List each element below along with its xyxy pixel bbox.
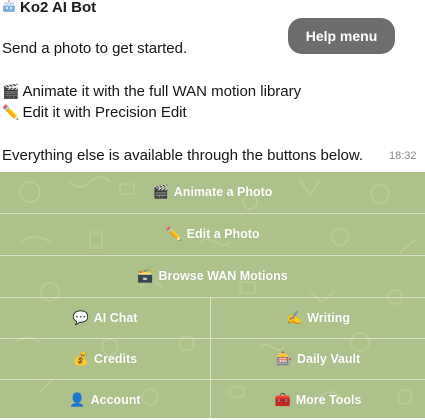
animate-photo-label: Animate a Photo <box>173 185 273 199</box>
edit-photo-label: Edit a Photo <box>186 227 260 241</box>
toolbox-icon: 🧰 <box>274 392 291 408</box>
animate-line: 🎬 Animate it with the full WAN motion lib… <box>2 83 301 101</box>
speech-bubble-icon: 💬 <box>72 310 89 326</box>
intro-text: Send a photo to get started. <box>2 40 188 57</box>
writing-button[interactable]: ✍️ Writing <box>211 298 425 338</box>
animate-rest: it with the full WAN motion library <box>77 83 302 100</box>
clapperboard-icon: 🎬 <box>2 84 20 100</box>
ai-chat-label: AI Chat <box>93 311 138 325</box>
message-time: 18:32 <box>389 150 417 162</box>
robot-cake-icon <box>2 0 16 17</box>
more-tools-button[interactable]: 🧰 More Tools <box>211 380 425 420</box>
browse-wan-motions-label: Browse WAN Motions <box>158 269 288 283</box>
account-button[interactable]: 👤 Account <box>0 380 210 420</box>
daily-vault-button[interactable]: 🎰 Daily Vault <box>211 339 425 379</box>
bot-message: Ko2 AI Bot Send a photo to get started. … <box>0 0 425 172</box>
writing-hand-icon: ✍️ <box>285 310 303 326</box>
writing-label: Writing <box>307 311 350 325</box>
bot-name[interactable]: Ko2 AI Bot <box>2 0 96 17</box>
account-label: Account <box>90 393 141 407</box>
edit-line: ✏️ Edit it with Precision Edit <box>2 104 187 122</box>
pencil-icon: ✏️ <box>2 105 20 121</box>
slot-machine-icon: 🎰 <box>275 351 292 367</box>
more-tools-label: More Tools <box>295 393 362 407</box>
daily-vault-label: Daily Vault <box>296 352 361 366</box>
credits-button[interactable]: 💰 Credits <box>0 339 210 379</box>
card-box-icon: 🗃️ <box>137 268 154 284</box>
pencil-icon: ✏️ <box>165 226 182 242</box>
animate-keyword: Animate <box>22 83 78 100</box>
edit-keyword: Edit <box>22 104 49 121</box>
credits-label: Credits <box>94 352 138 366</box>
edit-photo-button[interactable]: ✏️ Edit a Photo <box>0 214 425 254</box>
bot-name-label: Ko2 AI Bot <box>20 0 97 16</box>
help-menu-button[interactable]: Help menu <box>288 18 395 54</box>
browse-wan-motions-button[interactable]: 🗃️ Browse WAN Motions <box>0 256 425 296</box>
user-icon: 👤 <box>69 392 86 408</box>
animate-photo-button[interactable]: 🎬 Animate a Photo <box>0 172 425 212</box>
money-bag-icon: 💰 <box>72 351 90 367</box>
ai-chat-button[interactable]: 💬 AI Chat <box>0 298 210 338</box>
edit-rest: it with Precision Edit <box>48 104 187 121</box>
inline-keyboard: 🎬 Animate a Photo ✏️ Edit a Photo 🗃️ Bro… <box>0 172 425 420</box>
clapperboard-icon: 🎬 <box>152 184 169 200</box>
outro-text: Everything else is available through the… <box>2 147 364 164</box>
